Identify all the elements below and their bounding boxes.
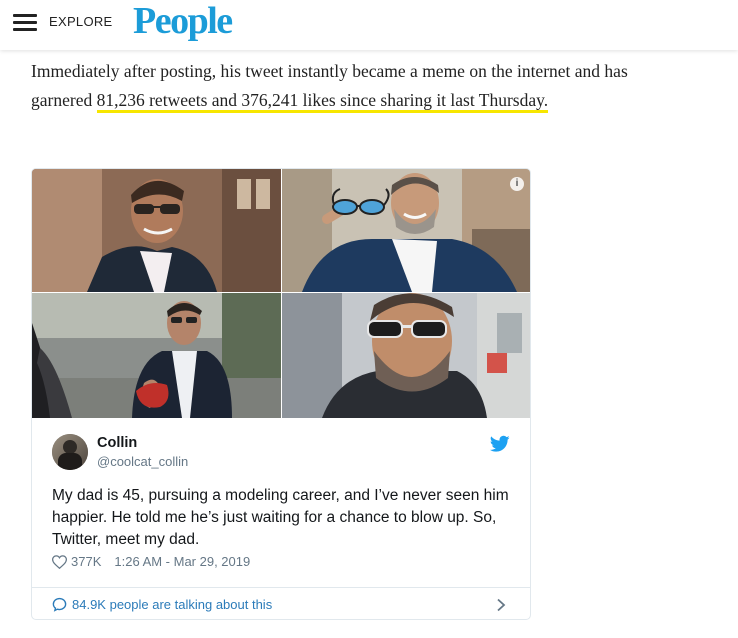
chevron-right-icon: [497, 598, 506, 612]
people-logo[interactable]: People: [133, 0, 233, 42]
info-icon[interactable]: i: [510, 177, 524, 191]
tweet-photo-2[interactable]: i: [282, 169, 530, 292]
article-highlight-link[interactable]: 81,236 retweets and 376,241 likes since …: [96, 89, 549, 113]
tweet-timestamp[interactable]: 1:26 AM - Mar 29, 2019: [114, 554, 250, 569]
tweet-photo-1[interactable]: [32, 169, 281, 292]
tweet-photo-4[interactable]: [282, 293, 530, 418]
tweet-text: My dad is 45, pursuing a modeling career…: [52, 487, 509, 548]
hamburger-icon[interactable]: [13, 13, 37, 31]
tweet-photo-3[interactable]: [32, 293, 281, 418]
speech-bubble-icon: [52, 597, 67, 612]
avatar[interactable]: [52, 434, 88, 470]
talking-about-link[interactable]: 84.9K people are talking about this: [32, 588, 530, 619]
explore-menu-label[interactable]: EXPLORE: [49, 14, 113, 29]
article-paragraph: Immediately after posting, his tweet ins…: [31, 57, 671, 114]
talking-about-text: 84.9K people are talking about this: [72, 597, 273, 612]
like-count[interactable]: 377K: [71, 554, 101, 569]
site-header: EXPLORE People: [0, 0, 738, 50]
tweet-meta: 377K 1:26 AM - Mar 29, 2019: [52, 554, 250, 569]
embedded-tweet-card: i Collin @coolcat_collin My dad is 45, p…: [31, 168, 531, 620]
twitter-bird-icon[interactable]: [490, 435, 510, 453]
tweet-author-handle[interactable]: @coolcat_collin: [97, 454, 188, 469]
tweet-author-name[interactable]: Collin: [97, 435, 137, 451]
heart-icon[interactable]: [52, 554, 67, 569]
